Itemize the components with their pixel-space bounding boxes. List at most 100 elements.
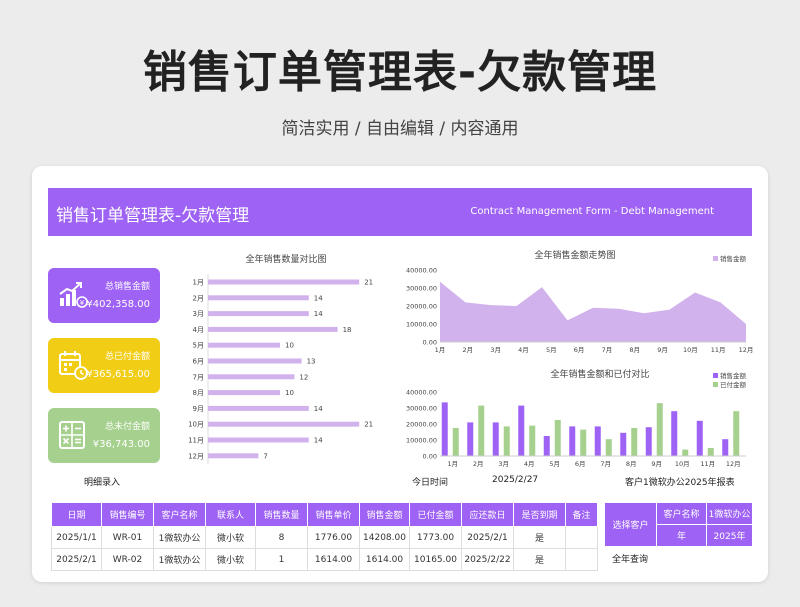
table-cell: 2025/2/22 xyxy=(461,548,514,571)
table-header-row: 日期 销售编号 客户名称 联系人 销售数量 销售单价 销售金额 已付金额 应还款日 是否到期 备注 xyxy=(51,502,598,527)
data-label: 18 xyxy=(343,326,352,334)
bar xyxy=(208,279,360,285)
area-series xyxy=(440,281,746,342)
data-label: 14 xyxy=(314,310,323,318)
bar-sales xyxy=(620,432,627,456)
x-tick-label: 5月 xyxy=(546,346,557,354)
detail-entry-label: 明细录入 xyxy=(84,478,121,488)
report-title: 客户1微软办公2025年报表 xyxy=(625,478,735,488)
legend-label: 销售金额 xyxy=(720,371,747,380)
y-tick-label: 4月 xyxy=(193,326,204,334)
bar-paid xyxy=(682,449,689,456)
bar-sales xyxy=(722,439,729,456)
table-cell: 是 xyxy=(513,548,566,571)
sales-detail-table: 日期 销售编号 客户名称 联系人 销售数量 销售单价 销售金额 已付金额 应还款日 是否到期 备注 … xyxy=(51,502,598,571)
y-tick-label: 9月 xyxy=(193,405,204,413)
y-tick-label: 10000.00 xyxy=(406,321,437,329)
data-label: 10 xyxy=(285,342,294,350)
column-header: 销售编号 xyxy=(101,502,154,527)
year-label: 年 xyxy=(656,524,707,547)
table-cell: 1614.00 xyxy=(359,548,410,571)
bar-paid xyxy=(631,428,638,456)
legend-swatch xyxy=(713,373,718,378)
bar-paid xyxy=(707,448,714,456)
y-tick-label: 40000.00 xyxy=(406,267,437,275)
amount-paid-bar-chart: 0.00 10000.00 20000.00 30000.00 40000.00 1月 2月… xyxy=(406,371,747,468)
calculator-icon xyxy=(59,421,85,449)
svg-text:¥: ¥ xyxy=(80,299,85,307)
column-header: 联系人 xyxy=(205,502,256,527)
table-cell: 1776.00 xyxy=(307,526,360,549)
x-tick-label: 2月 xyxy=(462,346,473,354)
table-cell: 14208.00 xyxy=(359,526,410,549)
column-header: 是否到期 xyxy=(513,502,566,527)
x-tick-label: 9月 xyxy=(651,460,662,468)
table-cell: 是 xyxy=(513,526,566,549)
kpi-value: ¥402,358.00 xyxy=(86,299,150,310)
table-cell: WR-02 xyxy=(101,548,154,571)
calendar-clock-icon xyxy=(59,351,88,380)
x-tick-label: 7月 xyxy=(600,460,611,468)
column-header: 已付金额 xyxy=(409,502,462,527)
y-tick-label: 8月 xyxy=(193,389,204,397)
y-tick-label: 40000.00 xyxy=(406,389,437,397)
today-value: 2025/2/27 xyxy=(492,475,539,485)
x-tick-label: 1月 xyxy=(447,460,458,468)
y-tick-label: 30000.00 xyxy=(406,285,437,293)
bar xyxy=(208,358,302,364)
bar-sales xyxy=(594,426,601,456)
table-row[interactable]: 2025/2/1 WR-02 1微软办公 微小软 1 1614.00 1614.00 1016… xyxy=(51,548,598,571)
bar xyxy=(208,342,280,348)
data-label: 14 xyxy=(314,405,323,413)
bar xyxy=(208,453,259,459)
bar-sales xyxy=(696,420,703,456)
x-tick-label: 6月 xyxy=(575,460,586,468)
x-tick-label: 8月 xyxy=(629,346,640,354)
table-cell: 微小软 xyxy=(205,548,256,571)
data-label: 14 xyxy=(314,294,323,302)
legend-label: 已付金额 xyxy=(720,380,747,389)
table-row[interactable]: 2025/1/1 WR-01 1微软办公 微小软 8 1776.00 14208.00 177… xyxy=(51,526,598,549)
x-tick-label: 10月 xyxy=(683,346,698,354)
y-tick-label: 0.00 xyxy=(423,453,437,461)
bar-sales xyxy=(492,422,499,456)
x-tick-label: 3月 xyxy=(490,346,501,354)
data-label: 21 xyxy=(364,279,373,287)
legend-label: 销售金额 xyxy=(720,254,747,263)
bar xyxy=(208,326,338,332)
y-tick-label: 1月 xyxy=(193,279,204,287)
x-tick-label: 11月 xyxy=(711,346,726,354)
column-header: 客户名称 xyxy=(153,502,206,527)
x-tick-label: 10月 xyxy=(675,460,690,468)
x-tick-label: 7月 xyxy=(602,346,613,354)
y-tick-label: 10000.00 xyxy=(406,437,437,445)
y-tick-label: 7月 xyxy=(193,373,204,381)
year-query-button[interactable]: 全年查询 xyxy=(612,552,648,565)
table-cell xyxy=(565,526,598,549)
y-tick-label: 12月 xyxy=(188,452,204,460)
bar-sales xyxy=(569,426,576,456)
table-cell: 1微软办公 xyxy=(153,526,206,549)
bar-paid xyxy=(733,411,740,456)
column-header: 日期 xyxy=(51,502,102,527)
x-tick-label: 8月 xyxy=(626,460,637,468)
year-select[interactable]: 2025年 xyxy=(706,524,753,547)
data-label: 21 xyxy=(364,421,373,429)
bar-sales xyxy=(543,436,550,456)
bar-paid xyxy=(580,429,587,456)
bar-paid xyxy=(656,403,663,456)
dashboard-banner: 销售订单管理表-欠款管理 Contract Management Form - … xyxy=(48,188,752,236)
kpi-label: 总未付金额 xyxy=(104,422,150,432)
table-cell: 2025/1/1 xyxy=(51,526,102,549)
table-cell: 1 xyxy=(255,548,308,571)
banner-title: 销售订单管理表-欠款管理 xyxy=(56,206,250,226)
kpi-value: ¥365,615.00 xyxy=(86,369,150,380)
x-tick-label: 2月 xyxy=(473,460,484,468)
x-tick-label: 1月 xyxy=(435,346,446,354)
data-label: 13 xyxy=(307,358,316,366)
customer-name-select[interactable]: 1微软办公 xyxy=(706,502,753,525)
kpi-total-sales: ¥ 总销售金额 ¥402,358.00 xyxy=(48,268,160,323)
quantity-bar-chart: 1月 21 2月 14 3月 14 4月 18 5月 10 6月 13 7月 12 8月 10 9月 14 10月 2… xyxy=(188,274,373,464)
y-tick-label: 20000.00 xyxy=(406,303,437,311)
bar xyxy=(208,437,309,443)
